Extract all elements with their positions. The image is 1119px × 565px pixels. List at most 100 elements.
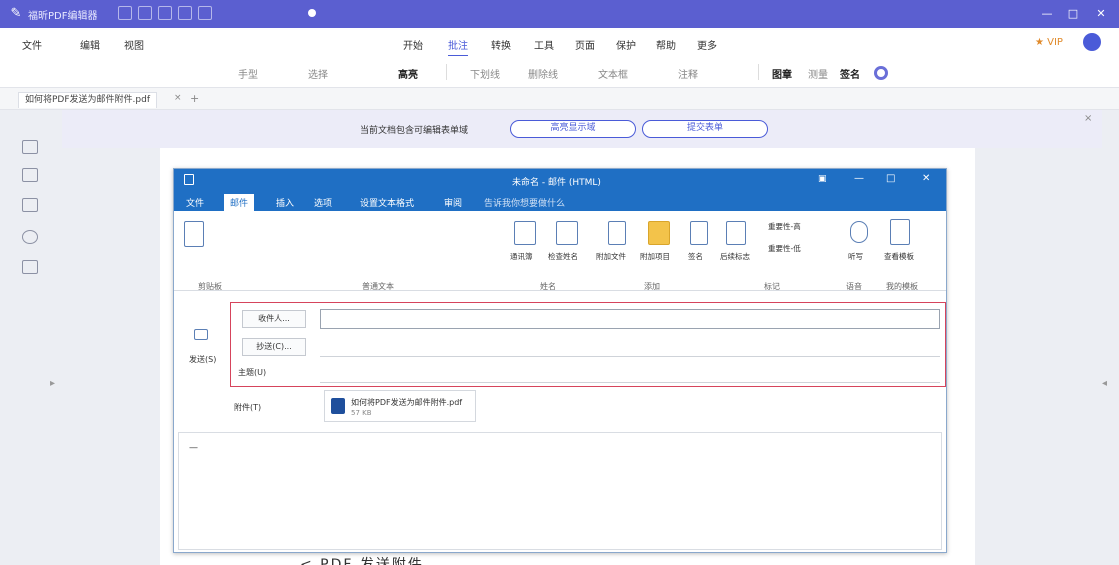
close-button[interactable]: ✕ bbox=[1088, 4, 1114, 24]
attach-item-icon[interactable] bbox=[648, 221, 670, 245]
tab-home[interactable]: 开始 bbox=[403, 37, 423, 52]
tool-sign[interactable]: 签名 bbox=[840, 66, 860, 81]
outlook-tab-message[interactable]: 邮件 bbox=[224, 194, 255, 211]
outlook-minimize-button[interactable]: — bbox=[854, 173, 864, 184]
undo-icon[interactable] bbox=[178, 6, 192, 20]
menu-file[interactable]: 文件 bbox=[22, 37, 42, 52]
toolbar-divider bbox=[446, 64, 447, 80]
save-icon[interactable] bbox=[184, 174, 194, 185]
page-caption: < PDF 发送附件 bbox=[300, 557, 424, 565]
signature-icon[interactable] bbox=[690, 221, 708, 245]
follow-up-icon[interactable] bbox=[726, 221, 746, 245]
pdf-file-icon bbox=[331, 398, 345, 414]
dictate-icon[interactable] bbox=[850, 221, 868, 243]
annotation-toolbar: 手型 选择 高亮 下划线 删除线 文本框 注释 图章 测量 签名 bbox=[0, 56, 1119, 88]
expand-left-icon[interactable]: ▸ bbox=[50, 378, 55, 389]
add-tab-icon[interactable]: + bbox=[190, 92, 199, 105]
follow-up-label[interactable]: 后续标志 bbox=[720, 251, 750, 262]
tab-more[interactable]: 更多 bbox=[697, 37, 717, 52]
outlook-tab-insert[interactable]: 插入 bbox=[276, 196, 294, 209]
expand-right-icon[interactable]: ◂ bbox=[1102, 378, 1107, 389]
tool-measure[interactable]: 测量 bbox=[808, 66, 828, 81]
address-book-icon[interactable] bbox=[514, 221, 536, 245]
tool-highlight[interactable]: 高亮 bbox=[398, 66, 418, 81]
ribbon-options-icon[interactable]: ▣ bbox=[818, 174, 827, 184]
attachment-icon[interactable] bbox=[874, 66, 888, 80]
tool-textbox[interactable]: 文本框 bbox=[598, 66, 628, 81]
tab-page[interactable]: 页面 bbox=[575, 37, 595, 52]
signature-label[interactable]: 签名 bbox=[688, 251, 703, 262]
thumbnails-icon[interactable] bbox=[22, 140, 38, 154]
attach-file-label[interactable]: 附加文件 bbox=[596, 251, 626, 262]
group-my-templates: 我的模板 bbox=[886, 282, 918, 291]
group-basic-text: 普通文本 bbox=[362, 282, 394, 291]
group-include: 添加 bbox=[644, 282, 660, 291]
minimize-button[interactable]: — bbox=[1034, 4, 1060, 24]
attachments-icon[interactable] bbox=[22, 260, 38, 274]
close-banner-icon[interactable]: × bbox=[1084, 113, 1092, 124]
paste-icon[interactable] bbox=[184, 221, 204, 247]
outlook-close-button[interactable]: ✕ bbox=[922, 173, 930, 184]
title-bar: ✎ 福昕PDF编辑器 — □ ✕ bbox=[0, 0, 1119, 28]
highlight-fields-button[interactable]: 高亮显示域 bbox=[510, 120, 636, 138]
high-importance-button[interactable]: 重要性-高 bbox=[768, 221, 801, 232]
close-tab-icon[interactable]: × bbox=[174, 93, 182, 103]
check-names-label[interactable]: 检查姓名 bbox=[548, 251, 578, 262]
tab-protect[interactable]: 保护 bbox=[616, 37, 636, 52]
left-sidebar bbox=[0, 110, 62, 565]
bookmarks-icon[interactable] bbox=[22, 168, 38, 182]
quick-print-icon[interactable] bbox=[158, 6, 172, 20]
outlook-tab-file[interactable]: 文件 bbox=[186, 196, 204, 209]
comments-icon[interactable] bbox=[22, 198, 38, 212]
message-body[interactable]: — bbox=[178, 432, 942, 550]
quick-open-icon[interactable] bbox=[138, 6, 152, 20]
group-tags: 标记 bbox=[764, 282, 780, 291]
dictate-label[interactable]: 听写 bbox=[848, 251, 863, 262]
app-logo-icon: ✎ bbox=[10, 6, 22, 21]
document-tab[interactable]: 如何将PDF发送为邮件附件.pdf bbox=[18, 92, 157, 108]
tell-me-search[interactable]: 告诉我你想要做什么 bbox=[484, 196, 565, 209]
group-voice: 语音 bbox=[846, 282, 862, 291]
tab-convert[interactable]: 转换 bbox=[491, 37, 511, 52]
send-icon[interactable] bbox=[194, 329, 208, 340]
outlook-compose-window: 未命名 - 邮件 (HTML) ▣ — □ ✕ 文件 邮件 插入 选项 设置文本… bbox=[173, 168, 947, 553]
outlook-tab-review[interactable]: 审阅 bbox=[444, 196, 462, 209]
low-importance-button[interactable]: 重要性-低 bbox=[768, 243, 801, 254]
attachment-card[interactable]: 如何将PDF发送为邮件附件.pdf 57 KB bbox=[324, 390, 476, 422]
tab-comment[interactable]: 批注 bbox=[448, 37, 468, 57]
submit-form-button[interactable]: 提交表单 bbox=[642, 120, 768, 138]
pin-icon[interactable] bbox=[308, 9, 316, 17]
tool-select[interactable]: 选择 bbox=[308, 66, 328, 81]
maximize-button[interactable]: □ bbox=[1060, 4, 1086, 24]
outlook-ribbon-tabs: 文件 邮件 插入 选项 设置文本格式 审阅 告诉我你想要做什么 bbox=[174, 191, 946, 211]
attach-item-label[interactable]: 附加项目 bbox=[640, 251, 670, 262]
message-text: — bbox=[189, 443, 198, 453]
send-button[interactable]: 发送(S) bbox=[189, 354, 216, 365]
attachment-label: 附件(T) bbox=[234, 403, 262, 412]
check-names-icon[interactable] bbox=[556, 221, 578, 245]
tab-tools[interactable]: 工具 bbox=[534, 37, 554, 52]
vip-badge[interactable]: ★ VIP bbox=[1035, 37, 1063, 48]
outlook-title-bar: 未命名 - 邮件 (HTML) ▣ — □ ✕ bbox=[174, 169, 946, 191]
outlook-tab-options[interactable]: 选项 bbox=[314, 196, 332, 209]
menu-edit[interactable]: 编辑 bbox=[80, 37, 100, 52]
tool-strikethrough[interactable]: 删除线 bbox=[528, 66, 558, 81]
group-clipboard: 剪贴板 bbox=[198, 282, 222, 291]
tool-stamp[interactable]: 图章 bbox=[772, 66, 792, 81]
attach-file-icon[interactable] bbox=[608, 221, 626, 245]
redo-icon[interactable] bbox=[198, 6, 212, 20]
tool-hand[interactable]: 手型 bbox=[238, 66, 258, 81]
outlook-maximize-button[interactable]: □ bbox=[886, 173, 895, 184]
banner-message: 当前文档包含可编辑表单域 bbox=[360, 126, 469, 136]
address-book-label[interactable]: 通讯簿 bbox=[510, 251, 533, 262]
tab-help[interactable]: 帮助 bbox=[656, 37, 676, 52]
search-icon[interactable] bbox=[22, 230, 38, 244]
tool-underline[interactable]: 下划线 bbox=[470, 66, 500, 81]
tool-note[interactable]: 注释 bbox=[678, 66, 698, 81]
quick-save-icon[interactable] bbox=[118, 6, 132, 20]
view-templates-icon[interactable] bbox=[890, 219, 910, 245]
view-templates-label[interactable]: 查看模板 bbox=[884, 251, 914, 262]
outlook-tab-format-text[interactable]: 设置文本格式 bbox=[360, 196, 414, 209]
avatar[interactable] bbox=[1083, 33, 1101, 51]
menu-view[interactable]: 视图 bbox=[124, 37, 144, 52]
